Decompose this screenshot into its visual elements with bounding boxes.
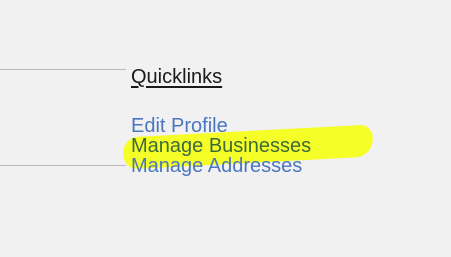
quicklinks-heading: Quicklinks: [131, 66, 223, 88]
quicklinks-list: Edit Profile Manage Businesses Manage Ad…: [131, 116, 431, 176]
section-divider-top: [0, 69, 126, 70]
section-divider-bottom: [0, 165, 126, 166]
manage-businesses-link[interactable]: Manage Businesses: [131, 136, 431, 156]
manage-addresses-link[interactable]: Manage Addresses: [131, 156, 431, 176]
edit-profile-link[interactable]: Edit Profile: [131, 116, 431, 136]
quicklinks-panel: Quicklinks Edit Profile Manage Businesse…: [131, 65, 431, 176]
